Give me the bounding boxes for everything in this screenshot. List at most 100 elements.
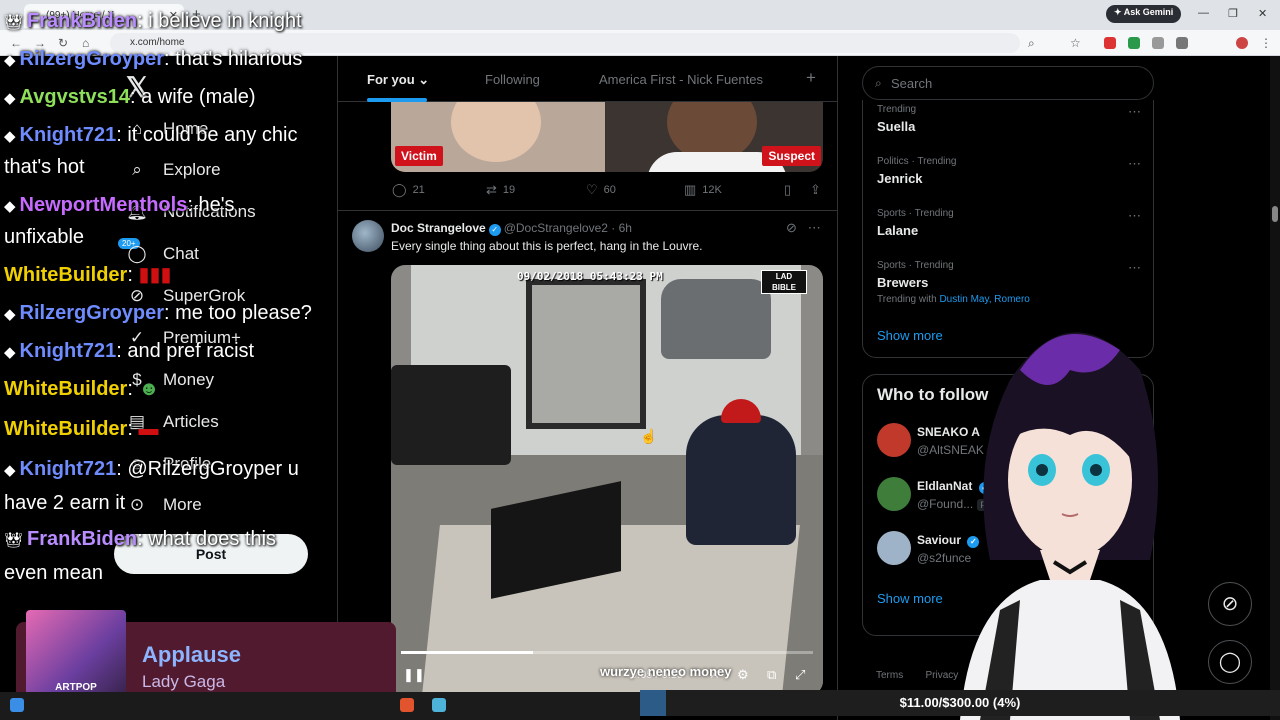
chat-message: ◆ RilzergGroyper: that's hilarious bbox=[4, 42, 338, 78]
grok-icon[interactable]: ⊘ bbox=[786, 220, 797, 235]
more-options-icon[interactable]: ⋯ bbox=[1128, 156, 1141, 172]
brave-browser-icon[interactable] bbox=[400, 698, 414, 712]
trend-meta: Sports · Trending bbox=[877, 260, 954, 271]
chat-username: Avgvstvs14 bbox=[19, 86, 130, 108]
app-icon[interactable] bbox=[432, 698, 446, 712]
heart-icon: ♡ bbox=[586, 182, 598, 197]
chat-text: unfixable bbox=[4, 226, 85, 248]
chat-text: : and pref racist bbox=[116, 340, 255, 362]
trend-item[interactable]: Trending Suella ⋯ bbox=[877, 104, 1147, 134]
logo-line-2: BIBLE bbox=[772, 283, 796, 292]
badge-icon: ◆ bbox=[4, 198, 16, 215]
zoom-icon[interactable]: ⌕ bbox=[1028, 36, 1035, 51]
profile-avatar[interactable] bbox=[1236, 37, 1248, 49]
trend-item[interactable]: Politics · Trending Jenrick ⋯ bbox=[877, 156, 1147, 186]
extensions-puzzle-icon[interactable] bbox=[1176, 37, 1188, 49]
bookmark-star-icon[interactable]: ☆ bbox=[1070, 36, 1081, 50]
bookmark-icon: ▯ bbox=[784, 182, 792, 197]
windows-start-icon[interactable] bbox=[10, 698, 24, 712]
chat-message: ◆ Knight721: it could be any chic bbox=[4, 118, 338, 154]
mouse-cursor-icon: ☝ bbox=[640, 428, 658, 444]
post-tools: ⊘ ⋯ bbox=[786, 220, 821, 236]
like-button[interactable]: ♡ 60 bbox=[586, 182, 616, 198]
overlay-caption: wurzye neneo money bbox=[600, 664, 732, 679]
trend-item[interactable]: Sports · Trending Lalane ⋯ bbox=[877, 208, 1147, 238]
badge-icon: ◆ bbox=[4, 462, 16, 479]
author-name[interactable]: Doc Strangelove bbox=[391, 221, 486, 235]
flag-emote-icon: ▮▮▮ bbox=[138, 264, 172, 286]
settings-gear-icon[interactable]: ⚙ bbox=[737, 667, 749, 683]
show-more-trends-link[interactable]: Show more bbox=[877, 328, 943, 343]
add-tab-icon[interactable]: + bbox=[806, 68, 816, 88]
grok-fab-icon[interactable]: ⊘ bbox=[1208, 582, 1252, 626]
chat-text: : i believe in knight bbox=[137, 10, 302, 32]
video-scene-car bbox=[661, 279, 771, 359]
tab-for-you[interactable]: For you ⌄ bbox=[367, 72, 429, 88]
author-handle[interactable]: @DocStrangelove2 · 6h bbox=[504, 221, 632, 235]
repost-button[interactable]: ⇄ 19 bbox=[486, 182, 515, 198]
reply-button[interactable]: ◯ 21 bbox=[392, 182, 425, 198]
chat-message: ◆ Avgvstvs14: a wife (male) bbox=[4, 80, 338, 116]
video-player[interactable]: 09/02/2018 05:43:23 PM LAD BIBLE ❚❚ 0:05 … bbox=[391, 265, 823, 695]
chat-text: : that's hilarious bbox=[164, 48, 303, 70]
video-progress-bar[interactable] bbox=[401, 651, 813, 654]
verified-badge-icon: ✓ bbox=[488, 224, 501, 236]
scrollbar-thumb[interactable] bbox=[1272, 206, 1278, 222]
flag-emote-icon: ▬ bbox=[138, 418, 159, 440]
chat-text: : it could be any chic bbox=[116, 124, 298, 146]
share-button[interactable]: ⇪ bbox=[810, 182, 827, 198]
trend-meta: Politics · Trending bbox=[877, 156, 957, 167]
fullscreen-icon[interactable]: ⤢ bbox=[795, 667, 805, 683]
search-input[interactable]: ⌕ Search bbox=[862, 66, 1154, 100]
pepe-emote-icon: ☻ bbox=[138, 378, 160, 400]
avatar bbox=[877, 423, 911, 457]
maximize-icon[interactable]: ❐ bbox=[1228, 7, 1238, 20]
view-count: 12K bbox=[702, 184, 722, 196]
footer-links: Terms Privacy bbox=[876, 670, 958, 681]
close-window-icon[interactable]: ✕ bbox=[1258, 7, 1267, 20]
pip-icon[interactable]: ⧉ bbox=[767, 667, 776, 683]
more-options-icon[interactable]: ⋯ bbox=[1128, 104, 1141, 120]
trend-topic: Suella bbox=[877, 119, 916, 134]
tab-list[interactable]: America First - Nick Fuentes bbox=[599, 72, 763, 87]
extension-icon[interactable] bbox=[1152, 37, 1164, 49]
more-options-icon[interactable]: ⋯ bbox=[1128, 260, 1141, 276]
feed-tabs: For you ⌄ Following America First - Nick… bbox=[338, 56, 837, 102]
ask-gemini-button[interactable]: ✦ Ask Gemini bbox=[1106, 5, 1182, 23]
messages-fab-icon[interactable]: ◯ bbox=[1208, 640, 1252, 684]
previous-post-media[interactable]: Victim Suspect bbox=[391, 102, 823, 172]
share-icon: ⇪ bbox=[810, 182, 821, 197]
avatar[interactable] bbox=[352, 220, 384, 252]
browser-menu-icon[interactable]: ⋮ bbox=[1260, 36, 1272, 50]
bookmark-button[interactable]: ▯ bbox=[784, 182, 797, 198]
chat-username: WhiteBuilder bbox=[4, 264, 128, 286]
screen: (99+) Home / X ✕ + ✦ Ask Gemini — ❐ ✕ ← … bbox=[0, 0, 1280, 720]
more-options-icon[interactable]: ⋯ bbox=[808, 220, 821, 235]
page-scrollbar[interactable] bbox=[1270, 56, 1280, 720]
extension-icon[interactable] bbox=[1104, 37, 1116, 49]
chat-message: ◆ RilzergGroyper: me too please? bbox=[4, 296, 338, 332]
chat-message-continuation: even mean bbox=[4, 556, 338, 590]
trend-item[interactable]: Sports · Trending Brewers Trending with … bbox=[877, 260, 1147, 305]
extension-icon[interactable] bbox=[1128, 37, 1140, 49]
pause-icon[interactable]: ❚❚ bbox=[403, 667, 425, 683]
search-icon: ⌕ bbox=[875, 76, 882, 90]
chat-text: : a wife (male) bbox=[130, 86, 256, 108]
song-title: Applause bbox=[142, 642, 242, 667]
views-button[interactable]: ▥ 12K bbox=[684, 182, 722, 198]
terms-link[interactable]: Terms bbox=[876, 670, 903, 681]
tab-following[interactable]: Following bbox=[485, 72, 540, 87]
crown-icon: 👑︎ bbox=[4, 532, 24, 549]
minimize-icon[interactable]: — bbox=[1198, 7, 1209, 19]
reply-icon: ◯ bbox=[392, 182, 407, 197]
chat-text: : what does this bbox=[137, 528, 277, 550]
trend-topic: Lalane bbox=[877, 223, 919, 238]
repost-icon: ⇄ bbox=[486, 182, 497, 197]
chat-message-continuation: have 2 earn it bbox=[4, 486, 338, 520]
previous-post-actions: ◯ 21 ⇄ 19 ♡ 60 ▥ 12K ▯ ⇪ bbox=[392, 182, 822, 200]
donation-goal-text: $11.00/$300.00 (4%) bbox=[899, 695, 1021, 710]
show-more-follow-link[interactable]: Show more bbox=[877, 591, 943, 606]
video-progress-fill bbox=[401, 651, 533, 654]
more-options-icon[interactable]: ⋯ bbox=[1128, 208, 1141, 224]
chat-message: WhiteBuilder: ▬ bbox=[4, 412, 338, 446]
